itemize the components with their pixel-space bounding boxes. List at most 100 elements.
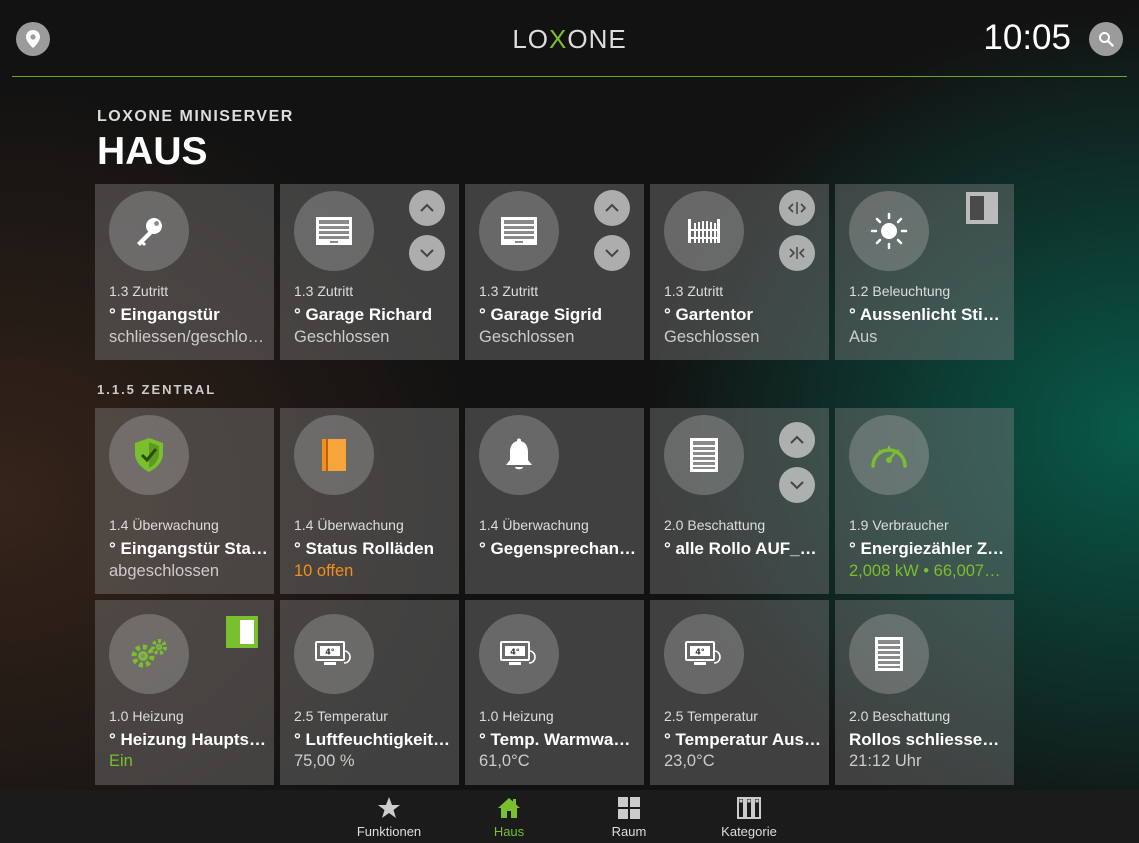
gauge-icon	[871, 446, 907, 468]
tile-rollos-schliessen[interactable]: 2.0 Beschattung Rollos schliessen a… 21:…	[835, 600, 1014, 785]
tile-icon-circle: 4°	[294, 614, 374, 694]
tile-name: ° Eingangstür Status	[109, 539, 269, 558]
gears-icon	[131, 639, 167, 668]
split-close-icon	[789, 247, 805, 259]
close-gate-button[interactable]	[779, 235, 815, 271]
tile-category: 2.5 Temperatur	[294, 708, 388, 724]
tile-state: Geschlossen	[664, 328, 760, 346]
clock: 10:05	[983, 18, 1071, 57]
tile-icon-circle	[664, 415, 744, 495]
tile-state: 23,0°C	[664, 752, 715, 770]
tile-alle-rollo[interactable]: 2.0 Beschattung ° alle Rollo AUF_AB	[650, 408, 829, 594]
top-bar: LOXONE 10:05	[0, 0, 1139, 78]
tile-name: ° Temp. Warmwass…	[479, 730, 639, 749]
tile-icon-circle	[109, 614, 189, 694]
switch-off-icon[interactable]	[966, 192, 998, 224]
tile-eingangstuer-status[interactable]: 1.4 Überwachung ° Eingangstür Status abg…	[95, 408, 274, 594]
tile-energiezaehler[interactable]: 1.9 Verbraucher ° Energiezähler Zen… 2,0…	[835, 408, 1014, 594]
section-label: 1.1.5 ZENTRAL	[97, 382, 217, 397]
tile-state: 61,0°C	[479, 752, 530, 770]
tile-category: 1.0 Heizung	[479, 708, 554, 724]
tile-category: 1.4 Überwachung	[109, 517, 219, 533]
shield-icon	[135, 438, 163, 472]
tile-icon-circle	[294, 415, 374, 495]
tile-category: 2.0 Beschattung	[849, 708, 951, 724]
grid-icon	[618, 797, 640, 819]
tile-icon-circle	[664, 191, 744, 271]
star-icon	[378, 797, 400, 818]
nav-kategorie[interactable]: Kategorie	[704, 790, 794, 843]
nav-label: Funktionen	[356, 824, 422, 839]
tile-state: Ein	[109, 752, 133, 770]
tile-category: 2.5 Temperatur	[664, 708, 758, 724]
key-icon	[137, 218, 162, 246]
tile-eingangstuer[interactable]: 1.3 Zutritt ° Eingangstür schliessen/ges…	[95, 184, 274, 360]
tile-icon-circle	[294, 191, 374, 271]
logo-text-right: ONE	[567, 24, 627, 54]
nav-funktionen[interactable]: Funktionen	[344, 790, 434, 843]
tile-temperatur-aussen[interactable]: 4° 2.5 Temperatur ° Temperatur Auss… 23,…	[650, 600, 829, 785]
tile-state: 75,00 %	[294, 752, 355, 770]
nav-label: Haus	[493, 824, 525, 839]
tile-gegensprechanlage[interactable]: 1.4 Überwachung ° Gegensprechanla…	[465, 408, 644, 594]
tile-heizung-hauptschalter[interactable]: 1.0 Heizung ° Heizung Hauptsc… Ein	[95, 600, 274, 785]
tile-name: Rollos schliessen a…	[849, 730, 1009, 749]
tile-aussenlicht-stiege[interactable]: 1.2 Beleuchtung ° Aussenlicht Stiege Aus	[835, 184, 1014, 360]
tile-luftfeuchtigkeit[interactable]: 4° 2.5 Temperatur ° Luftfeuchtigkeit a… …	[280, 600, 459, 785]
split-open-icon	[787, 202, 807, 214]
blind-icon	[875, 637, 903, 671]
nav-label: Kategorie	[721, 824, 777, 839]
garage-door-icon	[316, 217, 352, 245]
nav-haus[interactable]: Haus	[464, 790, 554, 843]
chevron-up-icon	[605, 203, 619, 212]
header-divider	[12, 76, 1127, 77]
tile-category: 1.9 Verbraucher	[849, 517, 949, 533]
sun-icon	[870, 212, 908, 250]
down-button[interactable]	[409, 235, 445, 271]
loxone-logo: LOXONE	[0, 24, 1139, 55]
up-button[interactable]	[409, 190, 445, 226]
tile-name: ° Garage Richard	[294, 305, 433, 324]
up-button[interactable]	[594, 190, 630, 226]
thermostat-reading: 4°	[695, 648, 705, 657]
tile-state: Geschlossen	[294, 328, 390, 346]
tile-category: 1.2 Beleuchtung	[849, 283, 951, 299]
nav-label: Raum	[611, 824, 647, 839]
thermostat-icon: 4°	[315, 641, 351, 665]
chevron-down-icon	[605, 249, 619, 258]
bell-icon	[506, 438, 532, 470]
switch-on-icon[interactable]	[226, 616, 258, 648]
garage-door-icon	[501, 217, 537, 245]
tile-name: ° Eingangstür	[109, 305, 220, 324]
tile-name: ° Heizung Hauptsc…	[109, 730, 269, 749]
tile-icon-circle	[109, 415, 189, 495]
thermostat-icon: 4°	[500, 641, 536, 665]
tile-icon-circle: 4°	[664, 614, 744, 694]
tile-icon-circle	[849, 415, 929, 495]
open-gate-button[interactable]	[779, 190, 815, 226]
up-button[interactable]	[779, 422, 815, 458]
logo-text-left: LO	[512, 24, 549, 54]
tile-icon-circle	[849, 614, 929, 694]
thermostat-reading: 4°	[510, 648, 520, 657]
tile-temp-warmwasser[interactable]: 4° 1.0 Heizung ° Temp. Warmwass… 61,0°C	[465, 600, 644, 785]
nav-raum[interactable]: Raum	[584, 790, 674, 843]
tile-state: 2,008 kW • 66,007…	[849, 562, 1001, 580]
chevron-down-icon	[420, 249, 434, 258]
tile-garage-richard[interactable]: 1.3 Zutritt ° Garage Richard Geschlossen	[280, 184, 459, 360]
down-button[interactable]	[779, 467, 815, 503]
tile-garage-sigrid[interactable]: 1.3 Zutritt ° Garage Sigrid Geschlossen	[465, 184, 644, 360]
tile-name: ° Temperatur Auss…	[664, 730, 824, 749]
tile-name: ° Status Rolläden	[294, 539, 434, 558]
down-button[interactable]	[594, 235, 630, 271]
search-button[interactable]	[1089, 22, 1123, 56]
gate-icon	[688, 219, 720, 243]
chevron-down-icon	[790, 481, 804, 490]
page-subtitle: LOXONE MINISERVER	[97, 108, 294, 125]
tile-gartentor[interactable]: 1.3 Zutritt ° Gartentor Geschlossen	[650, 184, 829, 360]
tile-name: ° Luftfeuchtigkeit a…	[294, 730, 454, 749]
tile-state: 21:12 Uhr	[849, 752, 922, 770]
blind-icon	[690, 438, 718, 472]
tile-category: 1.3 Zutritt	[479, 283, 539, 299]
tile-status-rolladen[interactable]: 1.4 Überwachung ° Status Rolläden 10 off…	[280, 408, 459, 594]
